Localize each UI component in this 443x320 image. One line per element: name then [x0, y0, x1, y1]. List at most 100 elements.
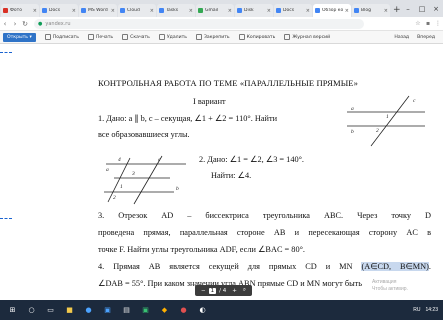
folder-icon[interactable]: ■ — [63, 304, 76, 317]
app-icon[interactable]: ◐ — [196, 304, 209, 317]
problem-1-line-2: все образовавшиеся углы. — [98, 130, 190, 139]
tab-label: Tasks — [166, 8, 179, 13]
browser-icon[interactable]: ● — [82, 304, 95, 317]
menu-icon[interactable]: ⋮ — [433, 20, 443, 27]
browser-tab[interactable]: Docs × — [40, 4, 78, 17]
tab-favicon-icon — [81, 8, 86, 13]
zoom-out-button[interactable]: − — [198, 288, 209, 294]
forward-icon[interactable]: › — [10, 20, 20, 28]
tab-close-icon[interactable]: × — [148, 8, 156, 14]
search-icon[interactable]: ○ — [25, 304, 38, 317]
figure-1: c a b 1 2 — [347, 95, 425, 147]
fig2-secant-2 — [133, 155, 163, 205]
tab-favicon-icon — [159, 8, 164, 13]
tab-favicon-icon — [315, 8, 320, 13]
toolbar-item[interactable]: Удалить — [158, 34, 187, 40]
word-icon[interactable]: ▣ — [101, 304, 114, 317]
url-input[interactable]: ● yandex.ru — [34, 18, 364, 29]
tab-favicon-icon — [120, 8, 125, 13]
browser-tab[interactable]: Blog × — [352, 4, 390, 17]
tab-favicon-icon — [354, 8, 359, 13]
toolbar-item[interactable]: Закрепить — [195, 34, 230, 40]
tab-label: Disk — [244, 8, 254, 13]
problem-3-line-3: точке F. Найти углы треугольника ADF, ес… — [98, 245, 305, 254]
back-icon[interactable]: ‹ — [0, 20, 10, 28]
fig2-label-a: a — [106, 167, 109, 173]
tab-close-icon[interactable]: × — [304, 8, 312, 14]
toolbar-item[interactable]: Подписать — [44, 34, 79, 40]
browser-tab[interactable]: MS Word × — [79, 4, 117, 17]
fig2-secant-1 — [107, 157, 131, 203]
p4-text: 4. Прямая AB является секущей для прямых… — [98, 262, 362, 271]
excel-icon[interactable]: ▣ — [139, 304, 152, 317]
toolbar-item-label: Удалить — [166, 34, 187, 40]
toolbar-item-icon — [44, 34, 51, 40]
problem-2-line-2: Найти: ∠4. — [211, 171, 252, 180]
fig2-label-3: 3 — [131, 171, 135, 177]
maximize-icon[interactable]: □ — [415, 5, 429, 13]
task-view-icon[interactable]: ▭ — [44, 304, 57, 317]
tab-label: Docs — [49, 8, 61, 13]
tab-label: MS Word — [88, 8, 108, 13]
browser-tab[interactable]: Docs × — [274, 4, 312, 17]
tab-close-icon[interactable]: × — [31, 8, 39, 14]
toolbar-item-icon — [158, 34, 165, 40]
toolbar-item-label: Копировать — [246, 34, 276, 40]
browser-tab[interactable]: Cloud × — [118, 4, 156, 17]
toolbar-item-label: Подписать — [52, 34, 79, 40]
reload-icon[interactable]: ↻ — [20, 20, 30, 28]
new-tab-button[interactable]: + — [393, 4, 401, 17]
page-number-input[interactable]: 1 — [208, 287, 217, 294]
watermark-line-1: Активация — [372, 279, 397, 285]
minimize-icon[interactable]: – — [401, 5, 415, 13]
tab-close-icon[interactable]: × — [109, 8, 117, 14]
toolbar-item[interactable]: Скачать — [122, 34, 150, 40]
app-icon[interactable]: ◆ — [158, 304, 171, 317]
toolbar-item[interactable]: Печать — [87, 34, 114, 40]
tab-close-icon[interactable]: × — [382, 8, 390, 14]
p4-highlight: (A∈CD, B∈MN) — [361, 262, 429, 271]
search-icon[interactable]: ⌕ — [240, 287, 249, 294]
browser-tab[interactable]: Gmail × — [196, 4, 234, 17]
toolbar-item[interactable]: Копировать — [238, 34, 276, 40]
p4-end: . — [428, 262, 431, 271]
app-icon[interactable]: ● — [177, 304, 190, 317]
browser-tab[interactable]: Tasks × — [157, 4, 195, 17]
tab-favicon-icon — [276, 8, 281, 13]
bookmark-icon[interactable]: ☆ — [413, 20, 423, 27]
problem-1-line-1: 1. Дано: a ∥ b, c – секущая, ∠1 + ∠2 = 1… — [98, 114, 278, 123]
tab-close-icon[interactable]: × — [226, 8, 234, 14]
store-icon[interactable]: ▤ — [120, 304, 133, 317]
browser-tab[interactable]: Disk × — [235, 4, 273, 17]
forward-button[interactable]: Вперед — [417, 35, 435, 40]
taskbar: ⊞ ○ ▭ ■ ● ▣ ▤ ▣ ◆ ● ◐ RU 14:23 — [0, 300, 443, 320]
toolbar-item-label: Журнал версий — [292, 34, 331, 40]
toolbar-item-label: Печать — [95, 34, 114, 40]
tab-close-icon[interactable]: × — [343, 8, 351, 14]
browser-tab[interactable]: Обзор кон× — [313, 4, 351, 17]
tab-close-icon[interactable]: × — [70, 8, 78, 14]
tab-label: Blog — [361, 8, 371, 13]
variant-heading: I вариант — [193, 97, 226, 106]
language-indicator[interactable]: RU — [413, 307, 420, 313]
clock[interactable]: 14:23 — [425, 307, 438, 313]
toolbar-item-icon — [122, 34, 129, 40]
page-total: / 4 — [219, 287, 227, 294]
back-button[interactable]: Назад — [394, 35, 409, 40]
windows-start-icon[interactable]: ⊞ — [6, 304, 19, 317]
close-icon[interactable]: × — [429, 5, 443, 13]
toolbar-item[interactable]: Журнал версий — [284, 34, 330, 40]
lock-icon: ● — [38, 20, 43, 27]
problem-3-line-1: 3. Отрезок AD – биссектриса треугольника… — [98, 211, 431, 220]
tab-close-icon[interactable]: × — [187, 8, 195, 14]
address-bar: ‹ › ↻ ● yandex.ru ☆ ▪ ⋮ — [0, 17, 443, 31]
open-button[interactable]: Открыть ▾ — [3, 32, 36, 42]
zoom-in-button[interactable]: + — [229, 288, 240, 294]
tab-close-icon[interactable]: × — [265, 8, 273, 14]
extensions-icon[interactable]: ▪ — [423, 20, 433, 27]
toolbar-item-icon — [284, 34, 291, 40]
browser-tab-strip: Фото × Docs × MS Word × Cloud × Tasks × Gmail × Disk… — [0, 0, 443, 17]
toolbar-item-icon — [195, 34, 202, 40]
fig1-label-2: 2 — [376, 128, 379, 134]
browser-tab[interactable]: Фото × — [1, 4, 39, 17]
